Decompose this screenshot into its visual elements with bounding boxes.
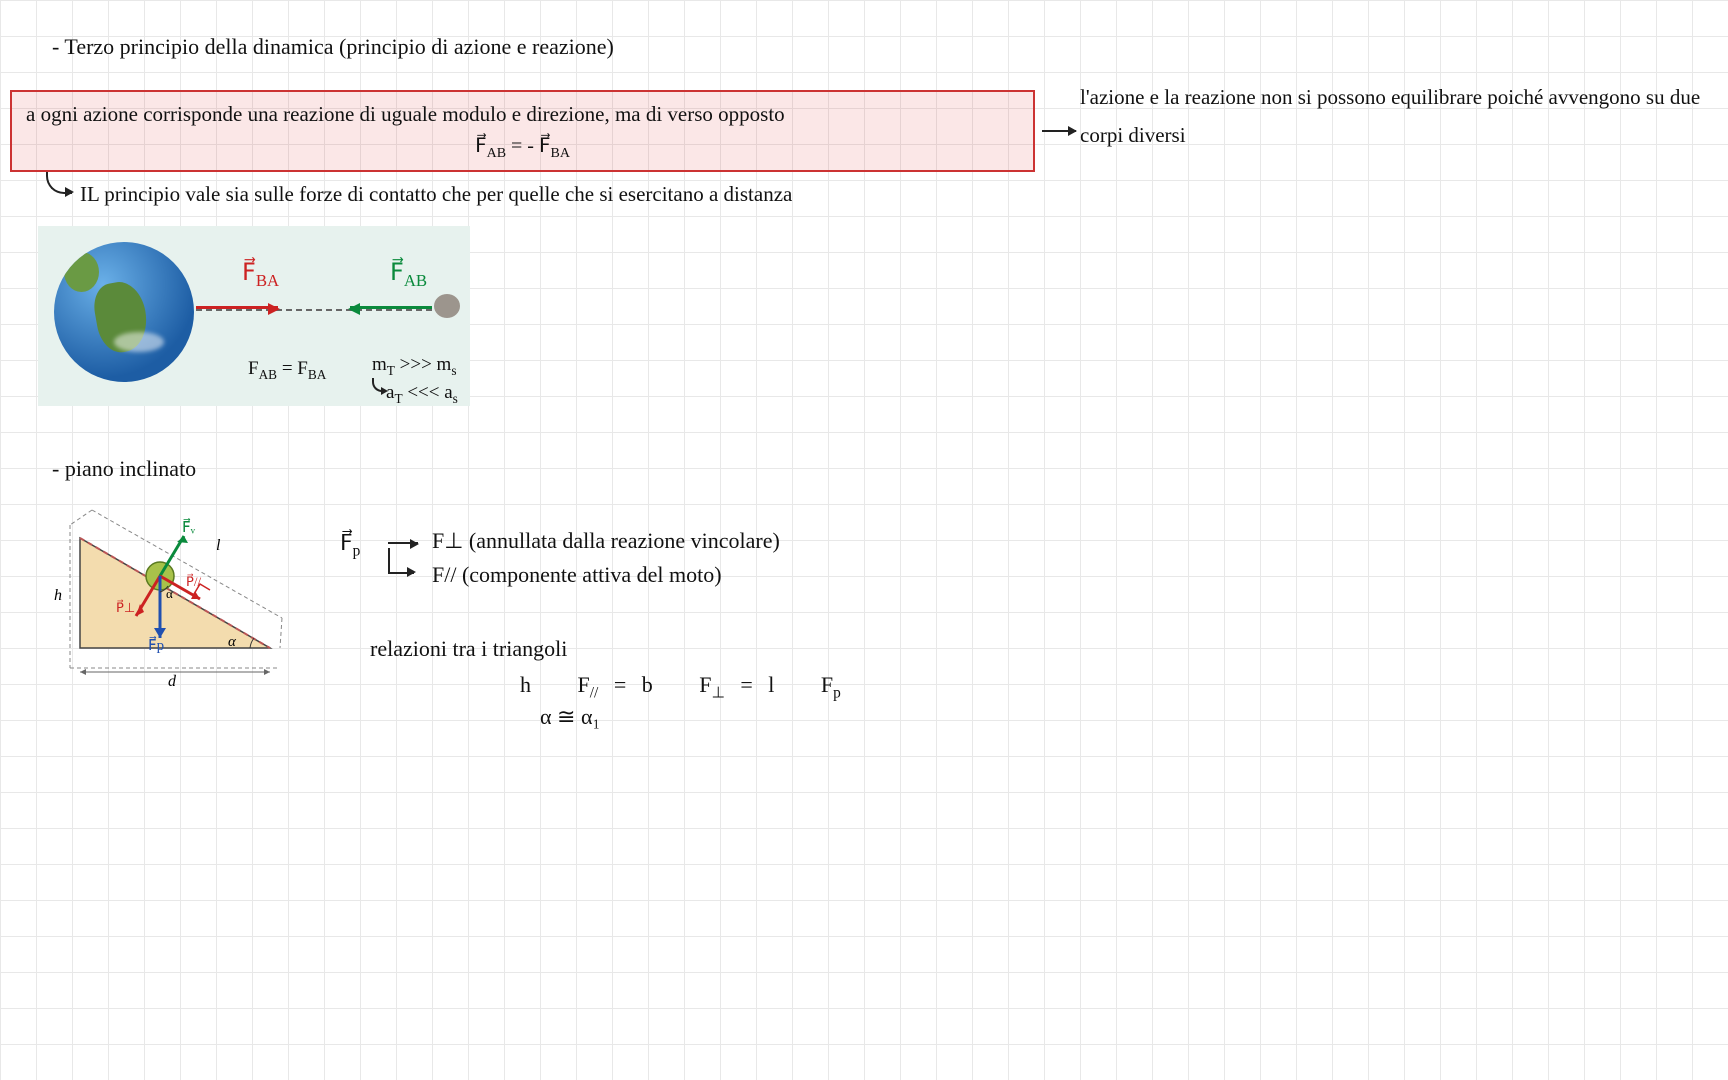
moon-icon xyxy=(434,294,460,318)
diagram-eq3: aT <<< as xyxy=(386,382,458,407)
svg-text:α: α xyxy=(228,634,237,650)
arrow-to-sidenote xyxy=(1042,130,1076,132)
section1-title: - Terzo principio della dinamica (princi… xyxy=(52,34,614,60)
highlight-equation: F⃗AB = - F⃗BA xyxy=(475,133,570,162)
section2-title: - piano inclinato xyxy=(52,456,196,482)
side-note-text: l'azione e la reazione non si possono eq… xyxy=(1080,78,1720,154)
svg-text:F⃗ᵥ: F⃗ᵥ xyxy=(182,517,196,536)
earth-moon-diagram: F⃗BA F⃗AB FAB = FBA mT >>> ms aT <<< as xyxy=(38,226,470,406)
split-arrow-right-icon xyxy=(388,542,418,544)
fp-vector-label: F⃗p xyxy=(340,530,360,560)
highlight-text: a ogni azione corrisponde una reazione d… xyxy=(26,102,1019,127)
split-arrow-down-icon xyxy=(388,548,414,574)
relation-proportion: h F// = b F⊥ = l Fp xyxy=(520,672,841,702)
diagram-eq1: FAB = FBA xyxy=(248,358,326,383)
svg-text:α: α xyxy=(166,586,173,601)
svg-text:h: h xyxy=(54,587,62,604)
force-ab-label: F⃗AB xyxy=(390,258,427,291)
highlight-box: a ogni azione corrisponde una reazione d… xyxy=(10,90,1035,172)
diagram-eq2: mT >>> ms xyxy=(372,354,457,379)
svg-text:l: l xyxy=(216,537,221,554)
inclined-plane-diagram: F⃗ᵥ P⃗⊥ P⃗// F⃗p α α h d l xyxy=(32,500,302,698)
f-perpendicular-text: F⊥ (annullata dalla reazione vincolare) xyxy=(432,528,780,554)
principle-subline: IL principio vale sia sulle forze di con… xyxy=(80,182,792,207)
svg-text:F⃗p: F⃗p xyxy=(148,635,164,654)
force-ba-arrow xyxy=(196,306,278,309)
svg-text:P⃗⊥: P⃗⊥ xyxy=(116,600,135,615)
corner-arrow-icon xyxy=(46,172,72,194)
force-ba-label: F⃗BA xyxy=(242,258,279,291)
notes-page: - Terzo principio della dinamica (princi… xyxy=(0,0,1728,1080)
svg-text:d: d xyxy=(168,673,177,690)
f-parallel-text: F// (componente attiva del moto) xyxy=(432,562,722,588)
relations-title: relazioni tra i triangoli xyxy=(370,636,567,662)
relation-angles: α ≅ α₁ xyxy=(540,704,600,730)
force-ab-arrow xyxy=(350,306,432,309)
hook-arrow-icon xyxy=(372,378,386,392)
distance-line xyxy=(196,309,432,311)
earth-icon xyxy=(54,242,194,382)
